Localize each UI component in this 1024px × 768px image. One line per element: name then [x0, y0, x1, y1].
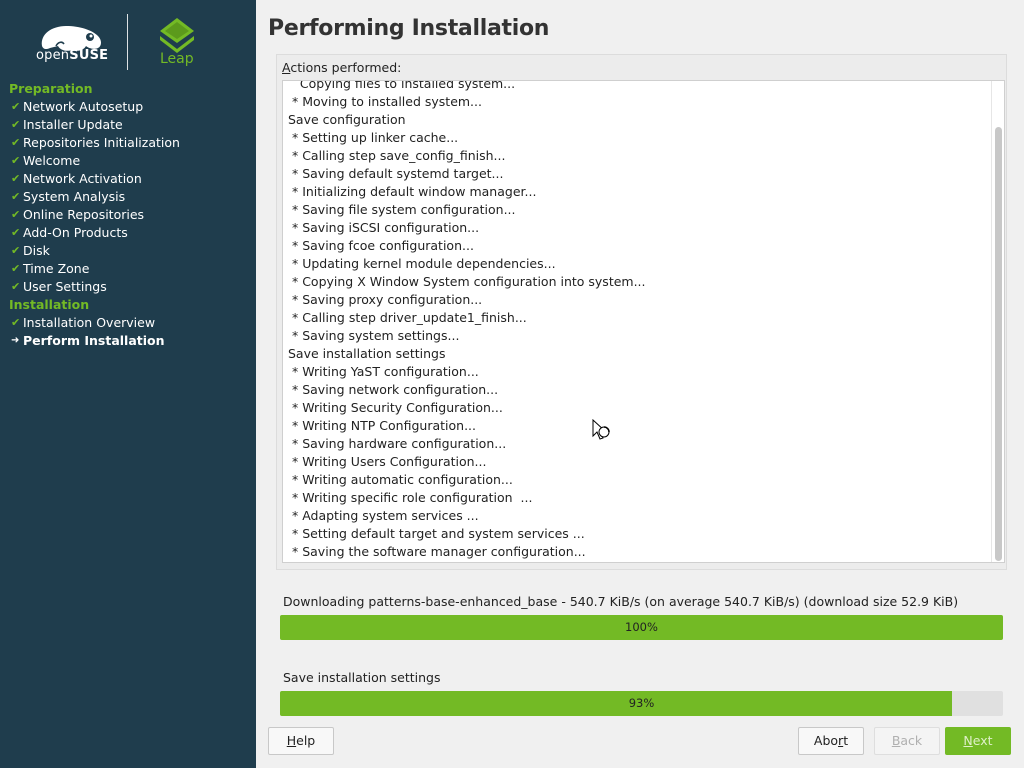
step-item-label: Installer Update: [23, 117, 123, 132]
checkmark-icon: ✔: [11, 208, 21, 221]
step-item: ✔ Repositories Initialization: [9, 134, 249, 152]
step-item-label: Online Repositories: [23, 207, 145, 222]
arrow-right-icon: ➜: [11, 335, 20, 346]
log-line: * Writing specific role configuration ..…: [288, 490, 533, 505]
actions-log-frame: Actions performed: Copying files to inst…: [276, 54, 1007, 570]
sidebar: openSUSE Leap Preparation ✔ Network Autose…: [0, 0, 256, 768]
step-item-label: Network Autosetup: [23, 99, 144, 114]
back-button[interactable]: Back: [874, 727, 940, 755]
log-line: * Saving system settings...: [288, 328, 460, 343]
step-item: ✔ Installer Update: [9, 116, 249, 134]
log-line: * Calling step driver_update1_finish...: [288, 310, 527, 325]
checkmark-icon: ✔: [11, 172, 21, 185]
leap-logo: [160, 18, 194, 53]
log-scrollbar-thumb[interactable]: [995, 127, 1002, 561]
log-line: * Saving fcoe configuration...: [288, 238, 474, 253]
next-button[interactable]: Next: [945, 727, 1011, 755]
step-item: ✔ Disk: [9, 242, 249, 260]
step-item: ✔ Network Autosetup: [9, 98, 249, 116]
log-line: * Calling step save_config_finish...: [288, 148, 506, 163]
step-section-heading: Preparation: [9, 81, 93, 96]
checkmark-icon: ✔: [11, 100, 21, 113]
step-item: ✔ User Settings: [9, 278, 249, 296]
main-panel: Performing Installation Actions performe…: [256, 0, 1024, 768]
checkmark-icon: ✔: [11, 154, 21, 167]
log-scrollbar[interactable]: [991, 81, 1004, 562]
checkmark-icon: ✔: [11, 316, 21, 329]
log-line: * Adapting system services ...: [288, 508, 479, 523]
step-item-label: Welcome: [23, 153, 81, 168]
help-button[interactable]: Help: [268, 727, 334, 755]
download-progress-label: Downloading patterns-base-enhanced_base …: [283, 594, 959, 609]
step-item-label: Installation Overview: [23, 315, 156, 330]
log-line: Save configuration: [288, 112, 406, 127]
step-item: ✔ Add-On Products: [9, 224, 249, 242]
step-item: ➜ Perform Installation: [9, 332, 249, 350]
step-item: ✔ System Analysis: [9, 188, 249, 206]
log-line: Save installation settings: [288, 346, 446, 361]
stage-progress-label: Save installation settings: [283, 670, 441, 685]
step-item-label: Time Zone: [23, 261, 90, 276]
checkmark-icon: ✔: [11, 244, 21, 257]
step-item: ✔ Installation Overview: [9, 314, 249, 332]
step-item: ✔ Time Zone: [9, 260, 249, 278]
log-line: * Setting default target and system serv…: [288, 526, 585, 541]
step-item-label: Add-On Products: [23, 225, 128, 240]
download-progress-text: 100%: [625, 620, 658, 634]
log-line: * Saving default systemd target...: [288, 166, 504, 181]
log-line: * Updating kernel module dependencies...: [288, 256, 556, 271]
step-item-label: Disk: [23, 243, 50, 258]
step-item-label: User Settings: [23, 279, 107, 294]
step-item-label: System Analysis: [23, 189, 126, 204]
page-title: Performing Installation: [268, 16, 550, 41]
opensuse-wordmark: openSUSE: [36, 48, 109, 63]
log-line: * Saving iSCSI configuration...: [288, 220, 480, 235]
log-line: * Saving network configuration...: [288, 382, 499, 397]
log-line: * Saving hardware configuration...: [288, 436, 507, 451]
step-item-label: Perform Installation: [23, 333, 165, 348]
abort-button[interactable]: Abort: [798, 727, 864, 755]
checkmark-icon: ✔: [11, 226, 21, 239]
checkmark-icon: ✔: [11, 118, 21, 131]
log-line: * Writing Security Configuration...: [288, 400, 503, 415]
step-item: ✔ Network Activation: [9, 170, 249, 188]
step-item: ✔ Welcome: [9, 152, 249, 170]
step-section-heading: Installation: [9, 297, 90, 312]
log-line: * Moving to installed system...: [288, 94, 482, 109]
log-line: * Writing NTP Configuration...: [288, 418, 477, 433]
logo-area: openSUSE Leap: [0, 0, 256, 78]
log-line: * Setting up linker cache...: [288, 130, 459, 145]
step-item: ✔ Online Repositories: [9, 206, 249, 224]
logo-divider: [127, 14, 128, 70]
stage-progress-text: 93%: [628, 696, 655, 710]
checkmark-icon: ✔: [11, 136, 21, 149]
leap-wordmark: Leap: [160, 51, 194, 67]
log-line: * Copying X Window System configuration …: [288, 274, 646, 289]
log-line: * Writing automatic configuration...: [288, 472, 513, 487]
stage-progress-bar: 93%: [280, 691, 1003, 716]
actions-log-label: Actions performed:: [282, 60, 402, 75]
actions-log-lines: Copying files to installed system... * M…: [288, 80, 988, 561]
step-item-label: Network Activation: [23, 171, 142, 186]
log-line: * Writing YaST configuration...: [288, 364, 479, 379]
log-line: * Saving proxy configuration...: [288, 292, 483, 307]
log-line: * Writing Users Configuration...: [288, 454, 487, 469]
download-progress-bar: 100%: [280, 615, 1003, 640]
log-line: * Initializing default window manager...: [288, 184, 537, 199]
log-line: Copying files to installed system...: [288, 80, 516, 91]
checkmark-icon: ✔: [11, 262, 21, 275]
log-line: * Saving the software manager configurat…: [288, 544, 586, 559]
checkmark-icon: ✔: [11, 190, 21, 203]
log-line: * Saving file system configuration...: [288, 202, 516, 217]
installation-steps: Preparation ✔ Network Autosetup ✔ Installer …: [9, 80, 249, 350]
checkmark-icon: ✔: [11, 280, 21, 293]
actions-log-box[interactable]: Copying files to installed system... * M…: [282, 80, 1005, 563]
step-item-label: Repositories Initialization: [23, 135, 180, 150]
busy-cursor-icon: [592, 419, 610, 440]
